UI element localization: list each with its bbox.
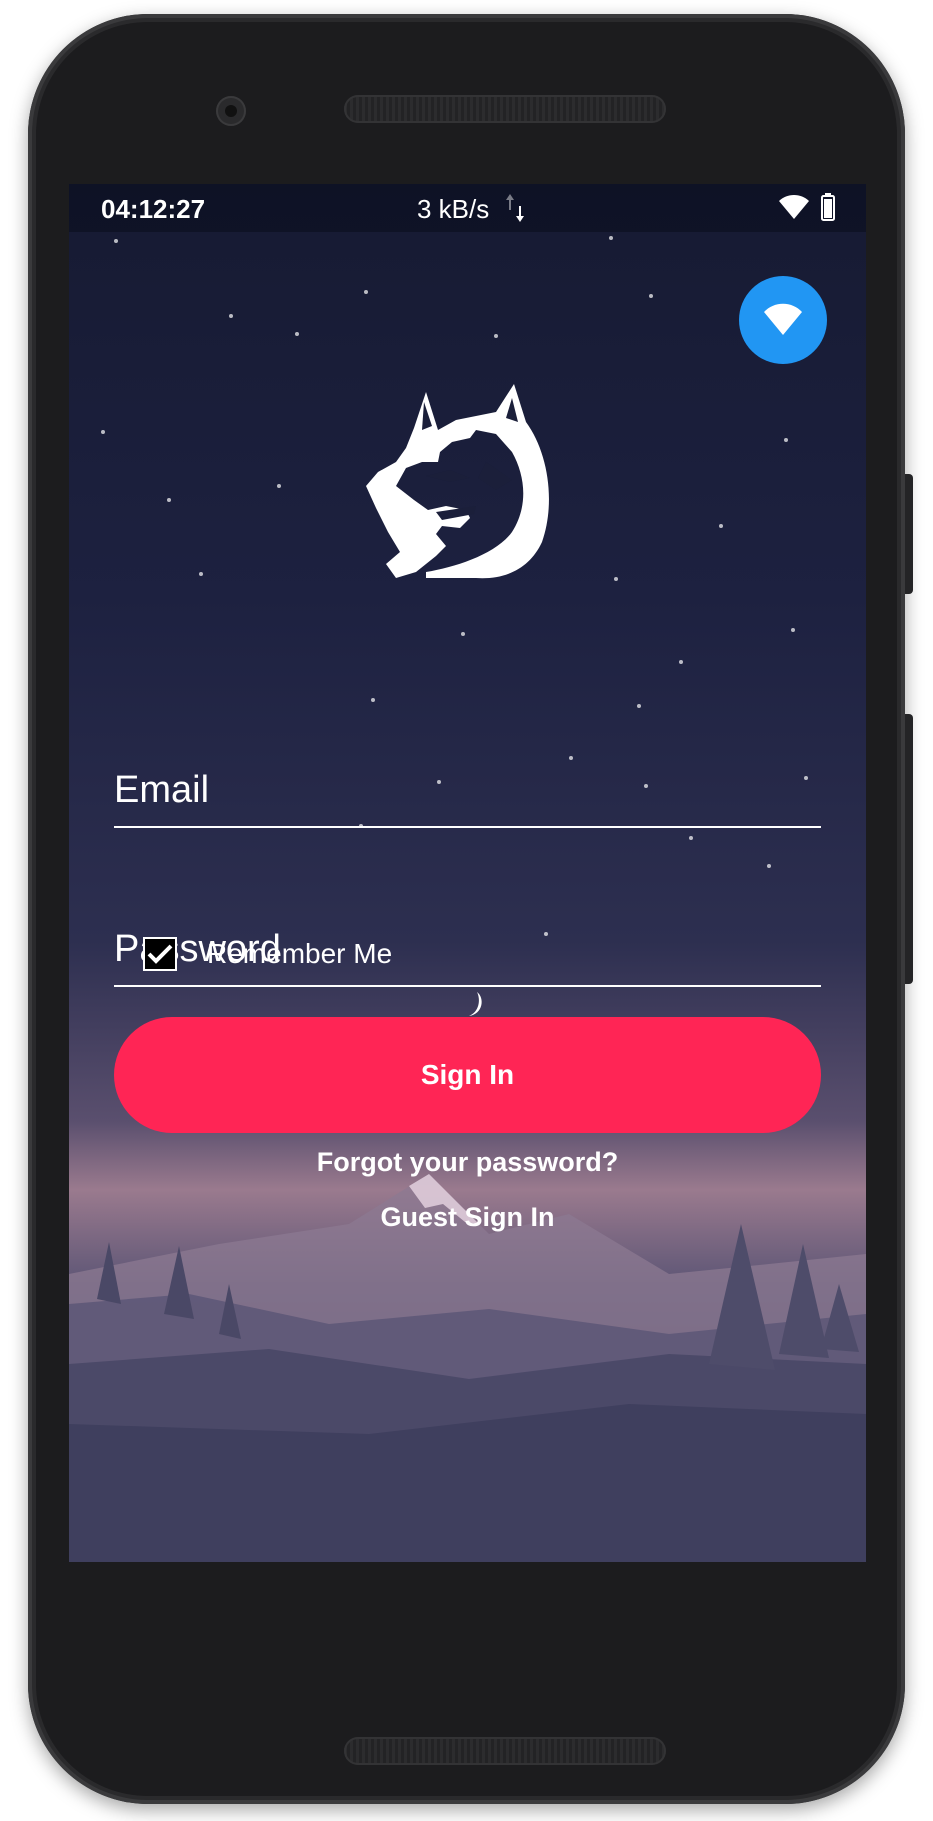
sign-in-button[interactable]: Sign In	[114, 1017, 821, 1133]
checkmark-icon	[147, 944, 173, 964]
moon-icon	[469, 992, 482, 1016]
wifi-icon	[779, 195, 809, 219]
bottom-speaker	[344, 1737, 666, 1765]
husky-logo-icon	[366, 384, 549, 579]
remember-me-checkbox[interactable]: Remember Me	[143, 934, 392, 974]
status-bar: 04:12:27 3 kB/s	[69, 184, 866, 232]
forgot-password-link[interactable]: Forgot your password?	[69, 1147, 866, 1178]
top-speaker	[344, 95, 666, 123]
front-camera	[216, 96, 246, 126]
network-speed: 3 kB/s	[417, 194, 490, 224]
volume-button	[905, 714, 913, 984]
battery-icon	[821, 193, 835, 221]
power-button	[905, 474, 913, 594]
remember-me-label: Remember Me	[207, 938, 393, 969]
data-transfer-icon	[506, 194, 524, 222]
checkbox[interactable]	[143, 937, 177, 971]
app-screen: 04:12:27 3 kB/s Email Remember Me Sign I…	[69, 184, 866, 1562]
status-time: 04:12:27	[101, 194, 206, 224]
email-input[interactable]	[114, 769, 821, 812]
mountain-landscape	[69, 1174, 866, 1562]
email-field[interactable]	[114, 736, 821, 828]
guest-sign-in-link[interactable]: Guest Sign In	[69, 1202, 866, 1233]
wifi-settings-button[interactable]	[739, 276, 827, 364]
wifi-icon	[764, 303, 802, 335]
